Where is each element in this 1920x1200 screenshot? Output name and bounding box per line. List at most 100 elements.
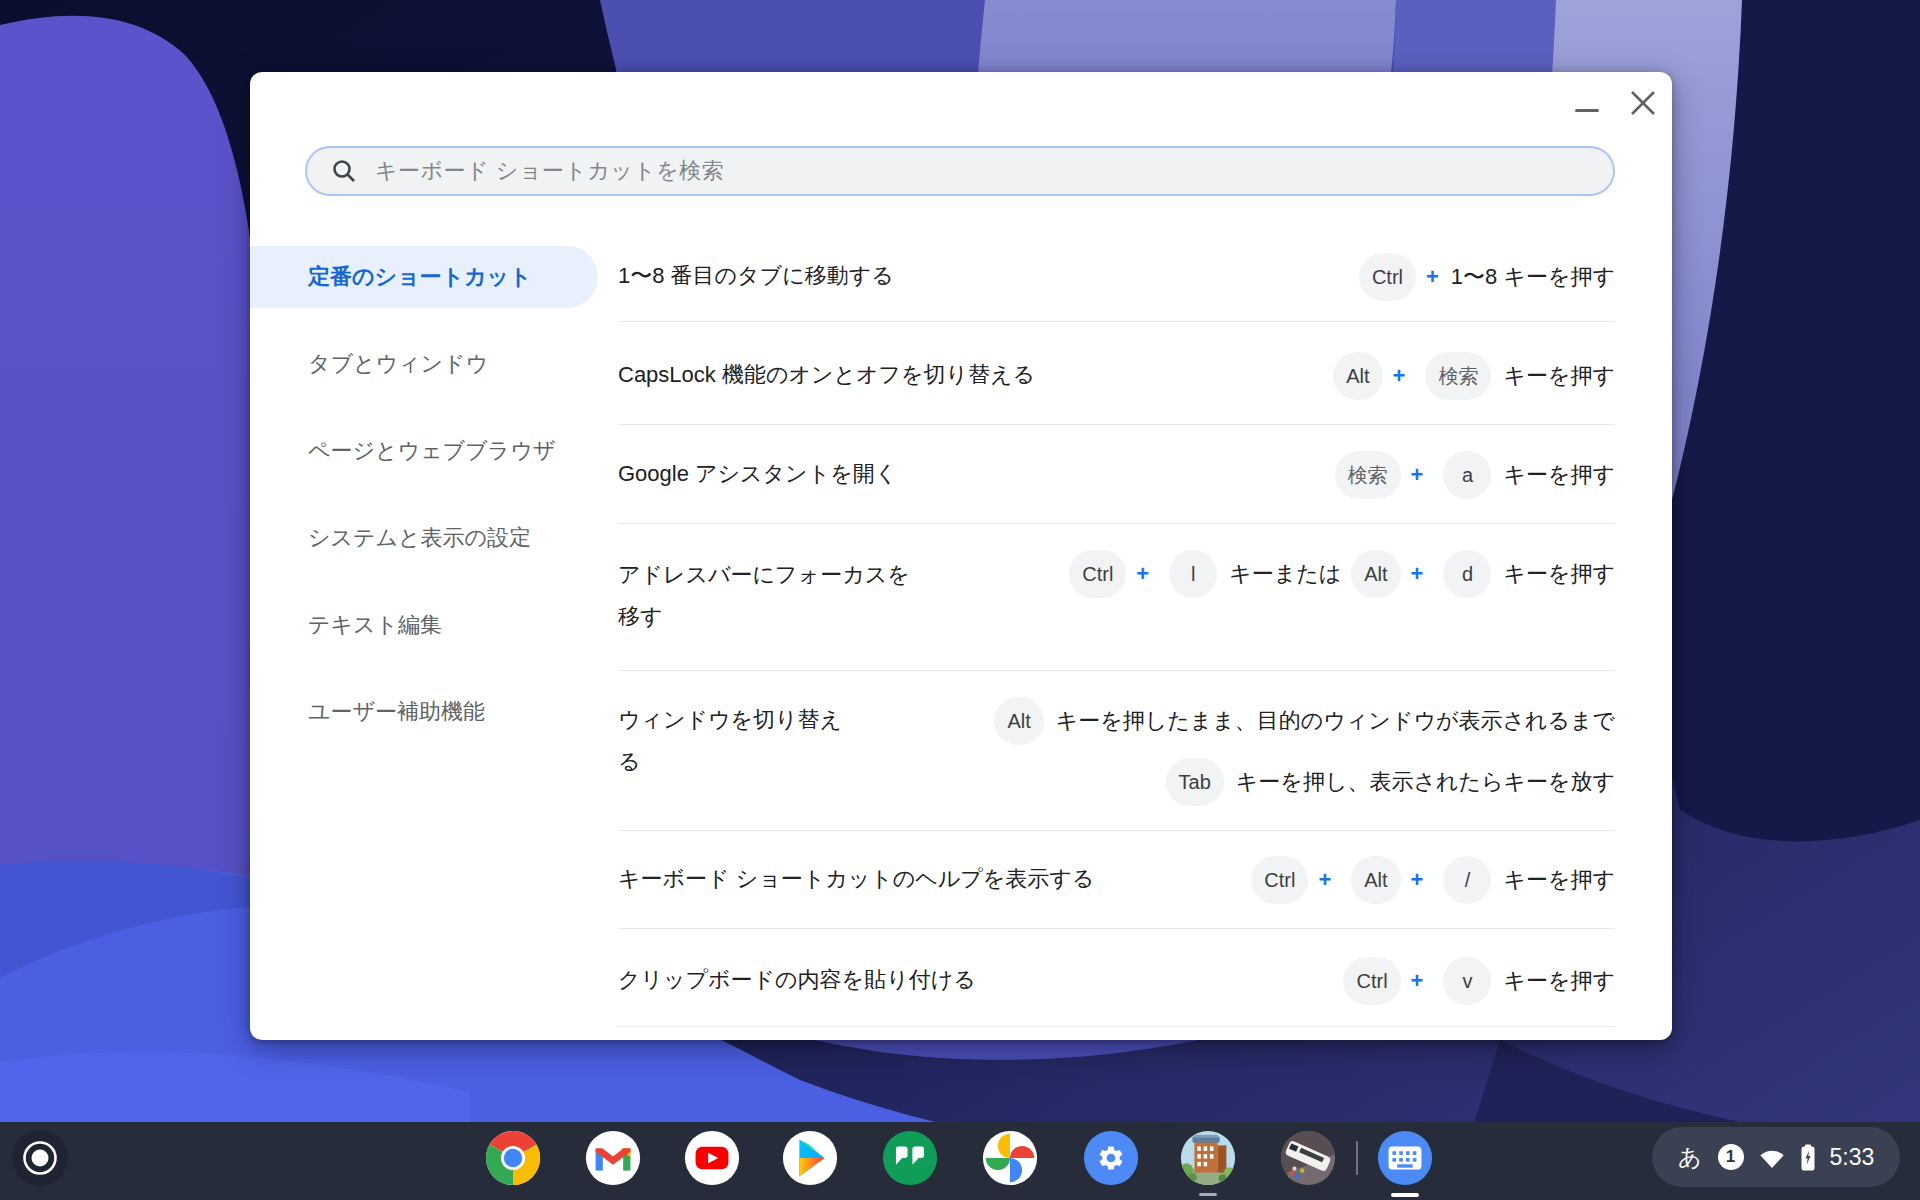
shortcut-row: 1〜8 番目のタブに移動する Ctrl +1〜8 キーを押す <box>618 231 1615 322</box>
key-cap: Alt <box>1351 550 1400 598</box>
shortcut-row: Google アシスタントを開く 検索 + a キーを押す <box>618 425 1615 524</box>
key-instruction: キーを押す <box>1503 559 1615 589</box>
shortcut-keys: 検索 + a キーを押す <box>1335 451 1615 499</box>
sidebar-item-label: システムと表示の設定 <box>308 523 531 553</box>
search-input[interactable]: キーボード ショートカットを検索 <box>305 146 1615 196</box>
minimize-button[interactable] <box>1575 109 1599 112</box>
key-instruction: 1〜8 キーを押す <box>1451 262 1615 292</box>
keyboard-shortcuts-icon <box>1375 1128 1435 1188</box>
shelf-app-youtube[interactable] <box>682 1128 742 1188</box>
shortcuts-dialog: キーボード ショートカットを検索 定番のショートカットタブとウィンドウページとウ… <box>250 72 1672 1040</box>
shelf-app-gmail[interactable] <box>583 1128 643 1188</box>
wifi-icon <box>1758 1143 1786 1171</box>
key-cap: 検索 <box>1425 352 1491 400</box>
sidebar-item-1[interactable]: タブとウィンドウ <box>250 333 488 395</box>
shortcut-keys: Ctrl +1〜8 キーを押す <box>1359 253 1615 301</box>
play-store-icon <box>780 1128 840 1188</box>
system-tray[interactable]: あ 1 5:33 <box>1652 1127 1900 1187</box>
shelf-app-photos[interactable] <box>980 1128 1040 1188</box>
key-instruction: キーを押す <box>1503 865 1615 895</box>
search-icon <box>331 158 357 184</box>
shortcut-keys: Ctrl + l キーまたは Alt + d キーを押す <box>1069 550 1615 598</box>
sidebar-item-5[interactable]: ユーザー補助機能 <box>250 681 485 743</box>
shortcut-description: アドレスバーにフォーカスを移す <box>618 554 938 638</box>
plus-separator: + <box>1318 867 1331 893</box>
shelf-separator <box>1356 1141 1358 1175</box>
notification-badge: 1 <box>1718 1144 1744 1170</box>
plus-separator: + <box>1136 561 1149 587</box>
key-instruction: キーを押す <box>1503 361 1615 391</box>
key-cap: a <box>1443 451 1491 499</box>
shortcut-description: 1〜8 番目のタブに移動する <box>618 255 894 297</box>
key-instruction: キーまたは <box>1229 559 1341 589</box>
key-cap: l <box>1169 550 1217 598</box>
shortcut-description: CapsLock 機能のオンとオフを切り替える <box>618 354 1035 396</box>
key-instruction: キーを押し、表示されたらキーを放す <box>1236 767 1615 797</box>
shortcut-keys: Altキーを押したまま、目的のウィンドウが表示されるまで <box>994 697 1615 745</box>
city-game-icon <box>1178 1128 1238 1188</box>
key-cap: 検索 <box>1335 451 1401 499</box>
shortcut-row: CapsLock 機能のオンとオフを切り替える Alt + 検索キーを押す <box>618 322 1615 425</box>
shelf: あ 1 5:33 <box>0 1122 1920 1200</box>
shortcut-row: キーボード ショートカットのヘルプを表示する Ctrl + Alt + / キーを押す <box>618 831 1615 929</box>
shelf-app-hangouts[interactable] <box>880 1128 940 1188</box>
plus-separator: + <box>1411 968 1424 994</box>
sidebar-item-0[interactable]: 定番のショートカット <box>250 246 598 308</box>
key-cap: Alt <box>1333 352 1382 400</box>
settings-icon <box>1081 1128 1141 1188</box>
sidebar-item-label: 定番のショートカット <box>308 262 532 292</box>
shortcut-description: キーボード ショートカットのヘルプを表示する <box>618 858 1094 900</box>
launcher-icon <box>10 1128 70 1188</box>
hangouts-icon <box>880 1128 940 1188</box>
key-cap: v <box>1443 957 1491 1005</box>
shortcut-keys: Ctrl+vキーを押す <box>1343 957 1615 1005</box>
shortcut-description: Google アシスタントを開く <box>618 453 897 495</box>
key-cap: Tab <box>1166 758 1224 806</box>
shortcut-description: ウィンドウを切り替える <box>618 699 858 783</box>
shelf-app-city-game[interactable] <box>1178 1128 1238 1188</box>
ime-indicator: あ <box>1678 1142 1702 1173</box>
sidebar-item-label: ユーザー補助機能 <box>308 697 485 727</box>
sidebar-item-3[interactable]: システムと表示の設定 <box>250 507 531 569</box>
sidebar-item-2[interactable]: ページとウェブブラウザ <box>250 420 555 482</box>
key-instruction: キーを押す <box>1503 460 1615 490</box>
key-cap: / <box>1443 856 1491 904</box>
plus-separator: + <box>1411 561 1424 587</box>
search-placeholder: キーボード ショートカットを検索 <box>375 156 724 186</box>
key-cap: Ctrl <box>1251 856 1308 904</box>
key-cap: Ctrl <box>1359 253 1416 301</box>
plus-separator: + <box>1411 867 1424 893</box>
plus-separator: + <box>1393 363 1406 389</box>
sidebar-item-label: テキスト編集 <box>308 610 442 640</box>
gmail-icon <box>583 1128 643 1188</box>
plus-separator: + <box>1426 264 1439 290</box>
shelf-app-chrome[interactable] <box>483 1128 543 1188</box>
bus-game-icon <box>1278 1128 1338 1188</box>
shelf-app-bus-game[interactable] <box>1278 1128 1338 1188</box>
key-instruction: キーを押したまま、目的のウィンドウが表示されるまで <box>1056 706 1615 736</box>
shelf-app-keyboard-shortcuts[interactable] <box>1375 1128 1435 1188</box>
key-cap: Alt <box>1351 856 1400 904</box>
youtube-icon <box>682 1128 742 1188</box>
shortcut-row: アドレスバーにフォーカスを移す Ctrl + l キーまたは Alt + d キーを押す <box>618 524 1615 671</box>
shortcut-row: ウィンドウを切り替える Altキーを押したまま、目的のウィンドウが表示されるまで T… <box>618 671 1615 831</box>
shelf-app-play-store[interactable] <box>780 1128 840 1188</box>
sidebar-item-label: ページとウェブブラウザ <box>308 436 555 466</box>
shelf-app-settings[interactable] <box>1081 1128 1141 1188</box>
key-cap: d <box>1443 550 1491 598</box>
shortcut-keys: Tab キーを押し、表示されたらキーを放す <box>1166 758 1615 806</box>
battery-icon <box>1800 1144 1816 1171</box>
close-button[interactable] <box>1628 88 1658 118</box>
key-cap: Ctrl <box>1069 550 1126 598</box>
running-indicator <box>1199 1193 1217 1196</box>
sidebar-item-label: タブとウィンドウ <box>308 349 488 379</box>
clock: 5:33 <box>1830 1144 1875 1171</box>
shortcut-row: クリップボードの内容を貼り付けるCtrl+vキーを押す <box>618 929 1615 1027</box>
chrome-icon <box>483 1128 543 1188</box>
active-indicator <box>1391 1193 1419 1197</box>
plus-separator: + <box>1411 462 1424 488</box>
photos-icon <box>980 1128 1040 1188</box>
sidebar-item-4[interactable]: テキスト編集 <box>250 594 442 656</box>
launcher-button[interactable] <box>10 1128 70 1188</box>
key-cap: Ctrl <box>1343 957 1400 1005</box>
